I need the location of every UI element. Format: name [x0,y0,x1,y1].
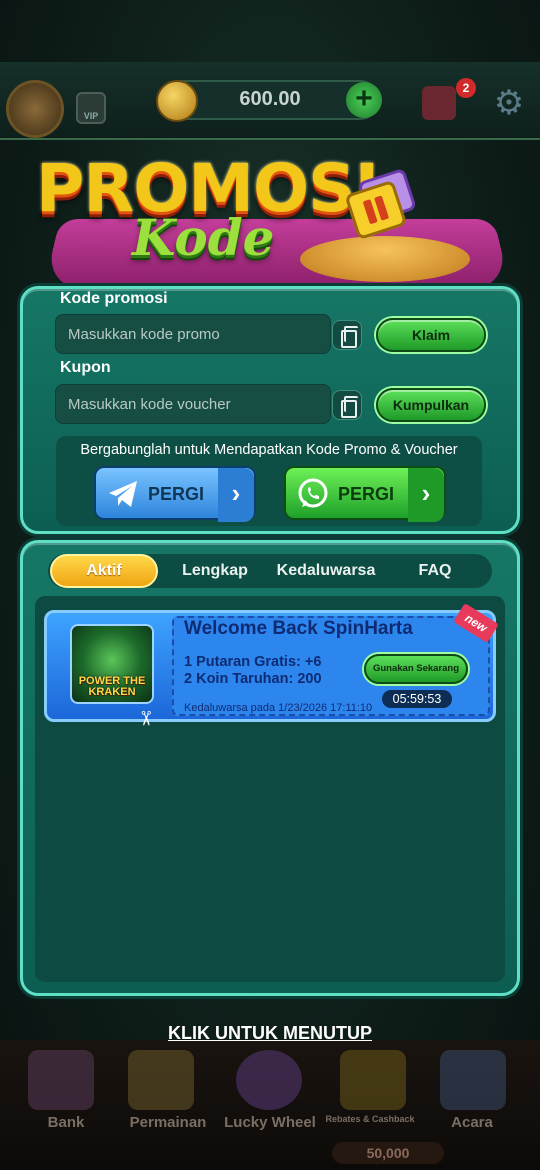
cashback-icon [340,1050,406,1110]
game-thumbnail: POWER THE KRAKEN [70,624,154,704]
slot-777-icon [128,1050,194,1110]
telegram-go-label: PERGI [148,484,205,504]
nav-bank[interactable]: Bank [16,1114,116,1131]
tab-aktif[interactable]: Aktif [50,554,158,588]
join-text: Bergabunglah untuk Mendapatkan Kode Prom… [80,442,458,458]
whatsapp-go-button[interactable]: PERGI › [284,466,446,522]
gift-icon[interactable] [422,86,456,120]
notification-badge: 2 [456,78,476,98]
telegram-go-button[interactable]: PERGI › [94,466,256,522]
tab-kedaluwarsa[interactable]: Kedaluwarsa [270,554,382,588]
banner-subtitle: Kode [132,208,275,267]
lucky-wheel-icon [236,1050,302,1110]
nav-permainan[interactable]: Permainan [118,1114,218,1131]
nav-lucky-wheel[interactable]: Lucky Wheel [220,1114,320,1131]
bank-icon [28,1050,94,1110]
banner-podium [300,236,470,282]
telegram-icon [109,481,137,507]
chevron-right-icon: › [408,468,444,522]
whatsapp-icon [298,478,328,508]
tab-faq[interactable]: FAQ [400,554,470,588]
tab-lengkap[interactable]: Lengkap [170,554,260,588]
voucher-reward-1: 1 Putaran Gratis: +6 [184,654,322,670]
voucher-code-input[interactable] [55,384,331,424]
event-gift-icon [440,1050,506,1110]
claim-button[interactable]: Klaim [376,318,486,352]
voucher-title: Welcome Back SpinHarta [184,618,413,639]
paste-voucher-icon[interactable] [332,390,362,420]
promo-code-input[interactable] [55,314,331,354]
countdown-timer: 05:59:53 [382,690,452,708]
avatar[interactable] [6,80,64,138]
coin-icon [156,80,198,122]
voucher-expiry: Kedaluwarsa pada 1/23/2026 17:11:10 [184,702,373,714]
promo-code-label: Kode promosi [60,290,168,307]
add-funds-icon[interactable]: + [346,82,382,118]
voucher-reward-2: 2 Koin Taruhan: 200 [184,671,322,687]
whatsapp-go-label: PERGI [338,484,395,504]
nav-balance: 50,000 [332,1142,444,1164]
gear-icon[interactable]: ⚙ [492,86,526,120]
paste-promo-icon[interactable] [332,320,362,350]
game-logo: POWER THE KRAKEN [78,675,146,698]
balance-amount: 600.00 [239,88,301,110]
nav-rebates[interactable]: Rebates & Cashback [320,1114,420,1124]
use-now-button[interactable]: Gunakan Sekarang [364,654,468,684]
vip-icon[interactable]: VIP [76,92,106,124]
chevron-right-icon: › [218,468,254,522]
nav-acara[interactable]: Acara [422,1114,522,1131]
close-link[interactable]: KLIK UNTUK MENUTUP [164,1023,376,1044]
collect-button[interactable]: Kumpulkan [376,388,486,422]
scissors-icon: ✂ [133,710,156,727]
voucher-label: Kupon [60,359,111,376]
